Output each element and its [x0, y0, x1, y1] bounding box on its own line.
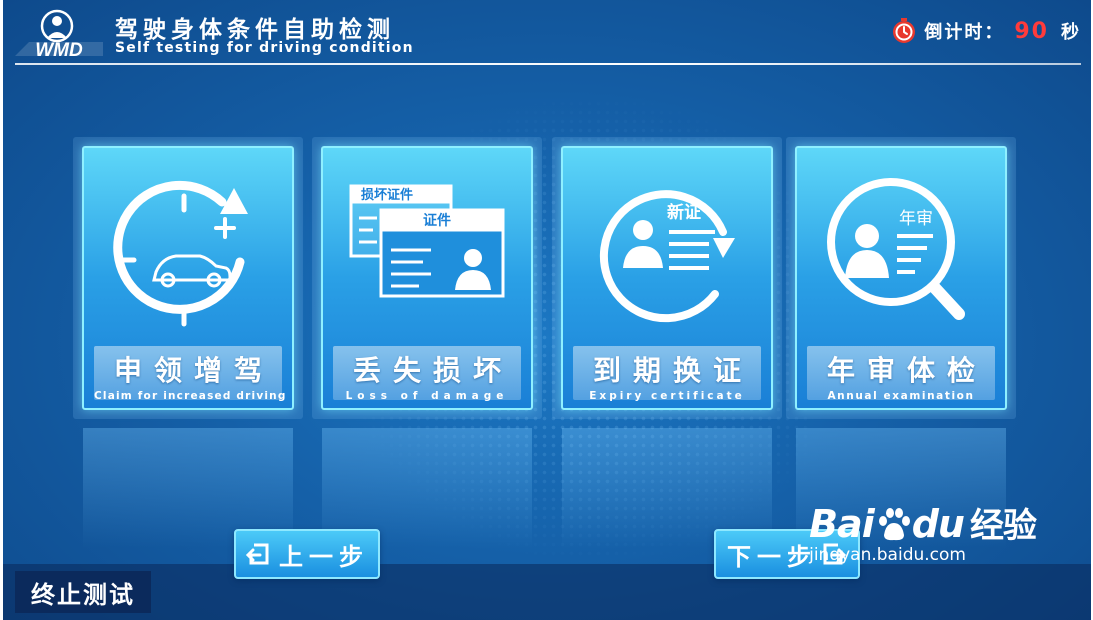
kiosk-screen: WMD 驾驶身体条件自助检测 Self testing for driving …	[3, 0, 1091, 620]
card-label-expiry: 到期换证 Expiry certificate	[573, 346, 761, 402]
bottom-bar	[3, 564, 1091, 620]
next-step-label: 下一步	[727, 542, 817, 571]
card-annual-examination[interactable]: 年审 年审体检 Annual examination	[795, 146, 1007, 410]
card-title-en: Claim for increased driving	[94, 390, 287, 402]
header-divider	[15, 63, 1081, 65]
page-title: 驾驶身体条件自助检测	[115, 17, 395, 43]
countdown-value: 90	[1014, 18, 1049, 44]
countdown-unit: 秒	[1061, 22, 1079, 43]
back-arrow-icon	[245, 543, 269, 565]
card-frame-annual: 年审 年审体检 Annual examination	[786, 137, 1016, 419]
countdown-label: 倒计时：	[924, 22, 1005, 43]
card-expiry-certificate[interactable]: 新证 到期换证 Expiry certificate	[561, 146, 773, 410]
card-title-cn: 到期换证	[592, 354, 753, 387]
card-title-en: Loss of damage	[345, 390, 509, 402]
card-frame-loss: 损坏证件 证件 丢失损坏 Loss of damage	[312, 137, 542, 419]
watermark-brand-cn: 经验	[970, 506, 1037, 546]
baidu-watermark: Bai du 经验 jingyan.baidu.com	[809, 498, 1037, 565]
doc-back-label: 损坏证件	[361, 187, 413, 203]
add-driving-icon	[113, 180, 248, 327]
page-subtitle: Self testing for driving condition	[115, 40, 414, 56]
card-loss-of-damage[interactable]: 损坏证件 证件 丢失损坏 Loss of damage	[321, 146, 533, 410]
card-label-loss: 丢失损坏 Loss of damage	[333, 346, 521, 402]
card-label-annual: 年审体检 Annual examination	[807, 346, 995, 402]
card-title-en: Expiry certificate	[589, 390, 745, 402]
paw-icon	[878, 508, 910, 541]
card-title-cn: 年审体检	[826, 354, 987, 387]
renew-certificate-icon: 新证	[599, 190, 735, 323]
card-frame-claim: 申领增驾 Claim for increased driving	[73, 137, 303, 419]
watermark-brand: Bai	[809, 502, 875, 546]
doc-label: 新证	[667, 202, 701, 223]
countdown: 倒计时： 90 秒	[890, 17, 1079, 45]
card-title-en: Annual examination	[827, 390, 975, 402]
stop-test-button[interactable]: 终止测试	[15, 571, 151, 613]
card-frame-expiry: 新证 到期换证 Expiry certificate	[552, 137, 782, 419]
doc-front-label: 证件	[423, 212, 451, 229]
card-title-cn: 丢失损坏	[352, 354, 513, 387]
prev-step-label: 上一步	[279, 542, 369, 571]
watermark-url: jingyan.baidu.com	[809, 545, 966, 565]
watermark-brand-2: du	[911, 502, 965, 546]
baidu-logo: Bai du 经验	[809, 498, 1037, 547]
logo-text: WMD	[35, 40, 83, 58]
card-title-cn: 申领增驾	[113, 354, 274, 387]
annual-check-icon: 年审	[827, 178, 965, 320]
doc-label: 年审	[899, 209, 933, 229]
wmd-logo: WMD	[15, 9, 103, 58]
timer-icon	[893, 18, 916, 43]
card-label-claim: 申领增驾 Claim for increased driving	[94, 346, 287, 402]
lost-certificate-icon: 损坏证件 证件	[349, 184, 505, 298]
card-claim-increased-driving[interactable]: 申领增驾 Claim for increased driving	[82, 146, 294, 410]
prev-step-button[interactable]: 上一步	[234, 529, 380, 579]
